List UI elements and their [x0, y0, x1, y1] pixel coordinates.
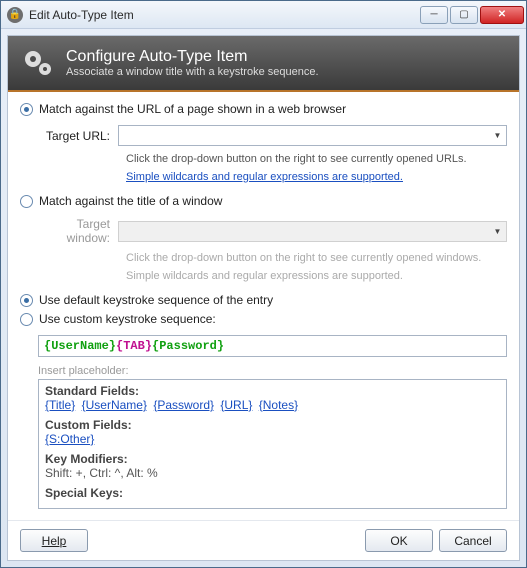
placeholder-notes[interactable]: {Notes}	[259, 398, 298, 412]
help-button[interactable]: Help	[20, 529, 88, 552]
banner-title: Configure Auto-Type Item	[66, 48, 319, 66]
window-title: Edit Auto-Type Item	[29, 8, 420, 22]
special-keys-heading: Special Keys:	[45, 486, 500, 500]
banner-subtitle: Associate a window title with a keystrok…	[66, 66, 319, 78]
dialog-footer: Help OK Cancel	[8, 520, 519, 560]
target-url-combo[interactable]: ▼	[118, 125, 507, 146]
dropdown-icon[interactable]: ▼	[489, 126, 506, 145]
target-window-label: Target window:	[38, 217, 118, 245]
maximize-button[interactable]: ▢	[450, 6, 478, 24]
url-hint: Click the drop-down button on the right …	[126, 153, 507, 165]
custom-sequence-radio[interactable]	[20, 313, 33, 326]
match-window-label[interactable]: Match against the title of a window	[39, 194, 222, 208]
ok-button[interactable]: OK	[365, 529, 433, 552]
target-url-label: Target URL:	[38, 129, 118, 143]
banner: Configure Auto-Type Item Associate a win…	[8, 36, 519, 92]
window-hint2: Simple wildcards and regular expressions…	[126, 270, 507, 282]
close-button[interactable]: ✕	[480, 6, 524, 24]
app-icon: 🔒	[7, 7, 23, 23]
default-sequence-label[interactable]: Use default keystroke sequence of the en…	[39, 293, 273, 307]
placeholder-sother[interactable]: {S:Other}	[45, 432, 94, 446]
custom-fields-heading: Custom Fields:	[45, 418, 500, 432]
default-sequence-radio[interactable]	[20, 294, 33, 307]
standard-fields-heading: Standard Fields:	[45, 384, 500, 398]
titlebar[interactable]: 🔒 Edit Auto-Type Item ─ ▢ ✕	[1, 1, 526, 29]
cancel-button[interactable]: Cancel	[439, 529, 507, 552]
custom-sequence-label[interactable]: Use custom keystroke sequence:	[39, 312, 216, 326]
placeholder-url[interactable]: {URL}	[220, 398, 252, 412]
gear-icon	[20, 45, 56, 81]
placeholder-list[interactable]: Standard Fields: {Title} {UserName} {Pas…	[38, 379, 507, 509]
placeholder-title[interactable]: {Title}	[45, 398, 75, 412]
sequence-input[interactable]: {UserName}{TAB}{Password}	[38, 335, 507, 357]
key-modifiers-heading: Key Modifiers:	[45, 452, 500, 466]
insert-placeholder-label: Insert placeholder:	[38, 365, 507, 377]
match-url-label[interactable]: Match against the URL of a page shown in…	[39, 102, 346, 116]
window-hint: Click the drop-down button on the right …	[126, 252, 507, 264]
target-window-combo: ▼	[118, 221, 507, 242]
match-url-radio[interactable]	[20, 103, 33, 116]
dropdown-icon: ▼	[489, 222, 506, 241]
dialog-window: 🔒 Edit Auto-Type Item ─ ▢ ✕ Configure Au…	[0, 0, 527, 568]
placeholder-username[interactable]: {UserName}	[82, 398, 147, 412]
minimize-button[interactable]: ─	[420, 6, 448, 24]
placeholder-password[interactable]: {Password}	[153, 398, 214, 412]
match-window-radio[interactable]	[20, 195, 33, 208]
wildcard-link[interactable]: Simple wildcards and regular expressions…	[126, 171, 403, 183]
key-modifiers-text: Shift: +, Ctrl: ^, Alt: %	[45, 466, 500, 480]
